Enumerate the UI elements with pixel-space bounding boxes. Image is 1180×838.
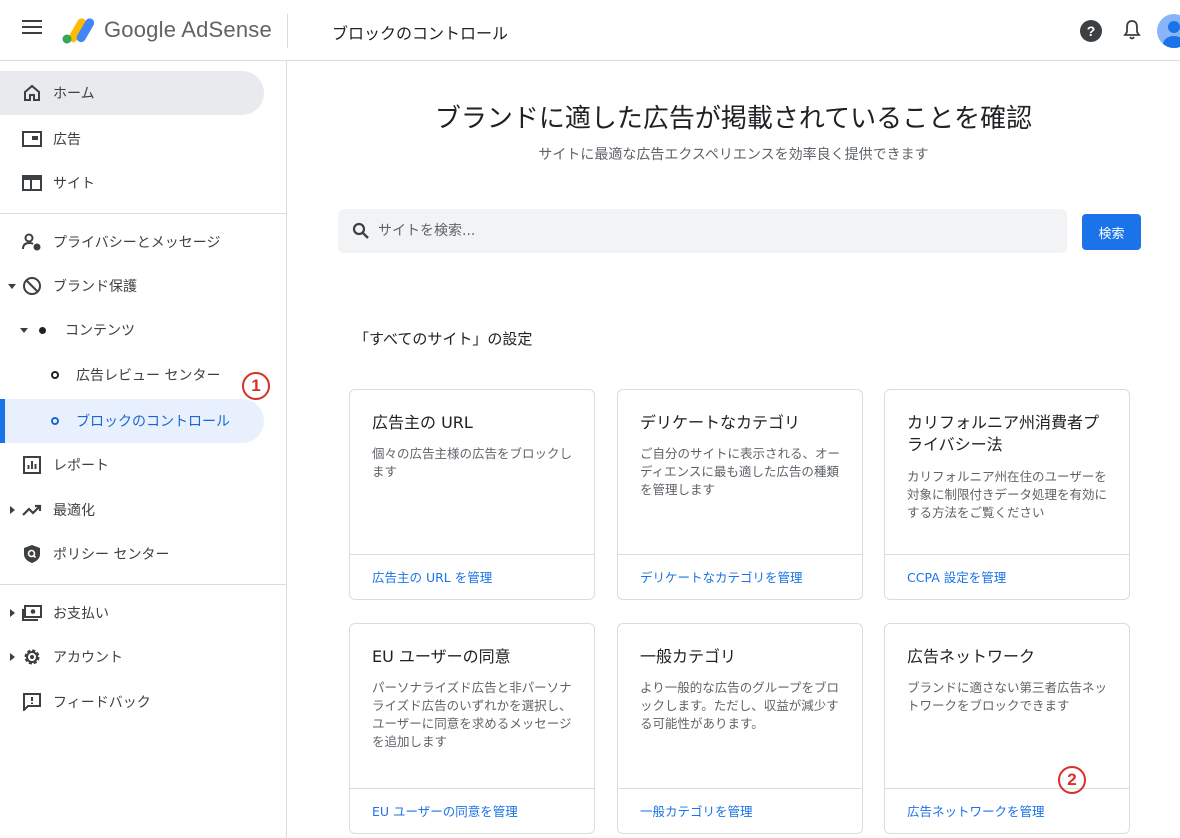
help-icon[interactable]: ? bbox=[1080, 20, 1102, 42]
card-description: 個々の広告主様の広告をブロックします bbox=[372, 446, 573, 479]
chevron-right-icon bbox=[10, 653, 15, 661]
chevron-down-icon bbox=[8, 284, 16, 289]
card-divider bbox=[885, 554, 1129, 555]
sidebar-item-label: レポート bbox=[53, 458, 109, 474]
sidebar-item-label: ホーム bbox=[53, 86, 95, 102]
sidebar-item-label: アカウント bbox=[53, 650, 123, 666]
product-name: Google AdSense bbox=[104, 17, 272, 42]
card-divider bbox=[618, 788, 862, 789]
card-ccpa: カリフォルニア州消費者プライバシー法 カリフォルニア州在住のユーザーを対象に制限… bbox=[884, 389, 1130, 600]
manage-advertiser-url-link[interactable]: 広告主の URL を管理 bbox=[372, 567, 492, 586]
card-description: ブランドに適さない第三者広告ネットワークをブロックできます bbox=[907, 680, 1108, 713]
search-input[interactable] bbox=[378, 209, 1058, 253]
hero-subtitle: サイトに最適な広告エクスペリエンスを効率良く提供できます bbox=[538, 147, 929, 163]
sidebar-item-label: コンテンツ bbox=[65, 323, 135, 339]
sidebar-item-blocking-controls[interactable]: ブロックのコントロール bbox=[0, 399, 264, 443]
sidebar-item-content[interactable]: コンテンツ bbox=[0, 308, 287, 352]
card-description: より一般的な広告のグループをブロックします。ただし、収益が減少する可能性がありま… bbox=[640, 680, 840, 731]
chevron-right-icon bbox=[10, 506, 15, 514]
card-eu-consent: EU ユーザーの同意 パーソナライズド広告と非パーソナライズド広告のいずれかを選… bbox=[349, 623, 595, 834]
sidebar-item-label: プライバシーとメッセージ bbox=[53, 235, 221, 251]
hero-title: ブランドに適した広告が掲載されていることを確認 bbox=[434, 104, 1033, 134]
notifications-bell-icon[interactable] bbox=[1122, 19, 1142, 41]
sidebar-item-label: ポリシー センター bbox=[53, 547, 170, 563]
card-title: 一般カテゴリ bbox=[640, 647, 737, 666]
card-sensitive-categories: デリケートなカテゴリ ご自分のサイトに表示される、オーディエンスに最も適した広告… bbox=[617, 389, 863, 600]
site-search-field[interactable] bbox=[338, 209, 1067, 253]
sidebar-item-label: ブロックのコントロール bbox=[76, 414, 230, 430]
sidebar-divider bbox=[0, 213, 287, 214]
manage-sensitive-categories-link[interactable]: デリケートなカテゴリを管理 bbox=[640, 567, 803, 586]
ring-icon bbox=[45, 365, 65, 385]
annotation-marker-1: 1 bbox=[242, 372, 270, 400]
chevron-right-icon bbox=[10, 609, 15, 617]
page-title: ブロックのコントロール bbox=[332, 24, 509, 43]
card-title: 広告主の URL bbox=[372, 413, 473, 432]
card-title: EU ユーザーの同意 bbox=[372, 647, 511, 666]
sidebar-item-label: 広告レビュー センター bbox=[76, 368, 221, 384]
report-icon bbox=[22, 455, 42, 475]
top-app-bar: Google AdSense ブロックのコントロール ? bbox=[0, 0, 1180, 61]
dot-icon bbox=[32, 320, 52, 340]
section-heading: 「すべてのサイト」の設定 bbox=[354, 330, 533, 348]
sidebar-item-label: お支払い bbox=[53, 606, 109, 622]
policy-shield-icon bbox=[22, 544, 42, 564]
card-divider bbox=[350, 788, 594, 789]
sidebar-item-account[interactable]: アカウント bbox=[0, 635, 287, 679]
sidebar-item-optimization[interactable]: 最適化 bbox=[0, 488, 287, 532]
sidebar-item-label: 広告 bbox=[53, 132, 81, 148]
card-general-categories: 一般カテゴリ より一般的な広告のグループをブロックします。ただし、収益が減少する… bbox=[617, 623, 863, 834]
card-ad-networks: 広告ネットワーク ブランドに適さない第三者広告ネットワークをブロックできます 広… bbox=[884, 623, 1130, 834]
sidebar-item-policy-center[interactable]: ポリシー センター bbox=[0, 532, 287, 576]
sidebar-item-label: ブランド保護 bbox=[53, 279, 137, 295]
header-divider bbox=[287, 14, 288, 48]
card-description: パーソナライズド広告と非パーソナライズド広告のいずれかを選択し、ユーザーに同意を… bbox=[372, 680, 572, 749]
search-icon bbox=[352, 222, 369, 239]
sidebar-item-reports[interactable]: レポート bbox=[0, 443, 287, 487]
annotation-marker-2: 2 bbox=[1058, 766, 1086, 794]
sidebar-nav: ホーム 広告 サイト プライバシーとメッセージ ブランド保護 コンテンツ 広告レ… bbox=[0, 61, 287, 838]
manage-ad-networks-link[interactable]: 広告ネットワークを管理 bbox=[907, 801, 1045, 820]
card-title: デリケートなカテゴリ bbox=[640, 413, 801, 432]
home-icon bbox=[22, 83, 42, 103]
trending-icon bbox=[22, 500, 42, 520]
sidebar-item-home[interactable]: ホーム bbox=[0, 71, 264, 115]
ring-icon bbox=[45, 411, 65, 431]
sidebar-item-label: 最適化 bbox=[53, 503, 95, 519]
active-indicator bbox=[0, 399, 5, 443]
search-button[interactable]: 検索 bbox=[1082, 214, 1141, 250]
menu-icon[interactable] bbox=[22, 20, 42, 40]
card-divider bbox=[350, 554, 594, 555]
card-divider bbox=[885, 788, 1129, 789]
feedback-icon bbox=[22, 692, 42, 712]
card-description: ご自分のサイトに表示される、オーディエンスに最も適した広告の種類を管理します bbox=[640, 446, 841, 497]
card-divider bbox=[618, 554, 862, 555]
settings-gear-icon bbox=[22, 647, 42, 667]
sidebar-item-label: フィードバック bbox=[53, 695, 151, 711]
payments-icon bbox=[22, 603, 42, 623]
chevron-down-icon bbox=[20, 328, 28, 333]
adsense-logo-icon bbox=[62, 18, 94, 44]
manage-eu-consent-link[interactable]: EU ユーザーの同意を管理 bbox=[372, 801, 518, 820]
avatar[interactable] bbox=[1157, 14, 1180, 48]
manage-general-categories-link[interactable]: 一般カテゴリを管理 bbox=[640, 801, 753, 820]
ads-icon bbox=[22, 129, 42, 149]
sidebar-item-brand-safety[interactable]: ブランド保護 bbox=[0, 264, 287, 308]
card-description: カリフォルニア州在住のユーザーを対象に制限付きデータ処理を有効にする方法をご覧く… bbox=[907, 469, 1108, 520]
sidebar-item-payments[interactable]: お支払い bbox=[0, 591, 287, 635]
block-icon bbox=[22, 276, 42, 296]
card-advertiser-url: 広告主の URL 個々の広告主様の広告をブロックします 広告主の URL を管理 bbox=[349, 389, 595, 600]
sidebar-item-feedback[interactable]: フィードバック bbox=[0, 680, 287, 724]
sites-icon bbox=[22, 173, 42, 193]
card-title: 広告ネットワーク bbox=[907, 647, 1036, 666]
sidebar-item-label: サイト bbox=[53, 176, 95, 192]
card-title: カリフォルニア州消費者プライバシー法 bbox=[907, 413, 1100, 454]
manage-ccpa-link[interactable]: CCPA 設定を管理 bbox=[907, 567, 1006, 586]
privacy-icon bbox=[22, 232, 42, 252]
sidebar-divider bbox=[0, 584, 287, 585]
